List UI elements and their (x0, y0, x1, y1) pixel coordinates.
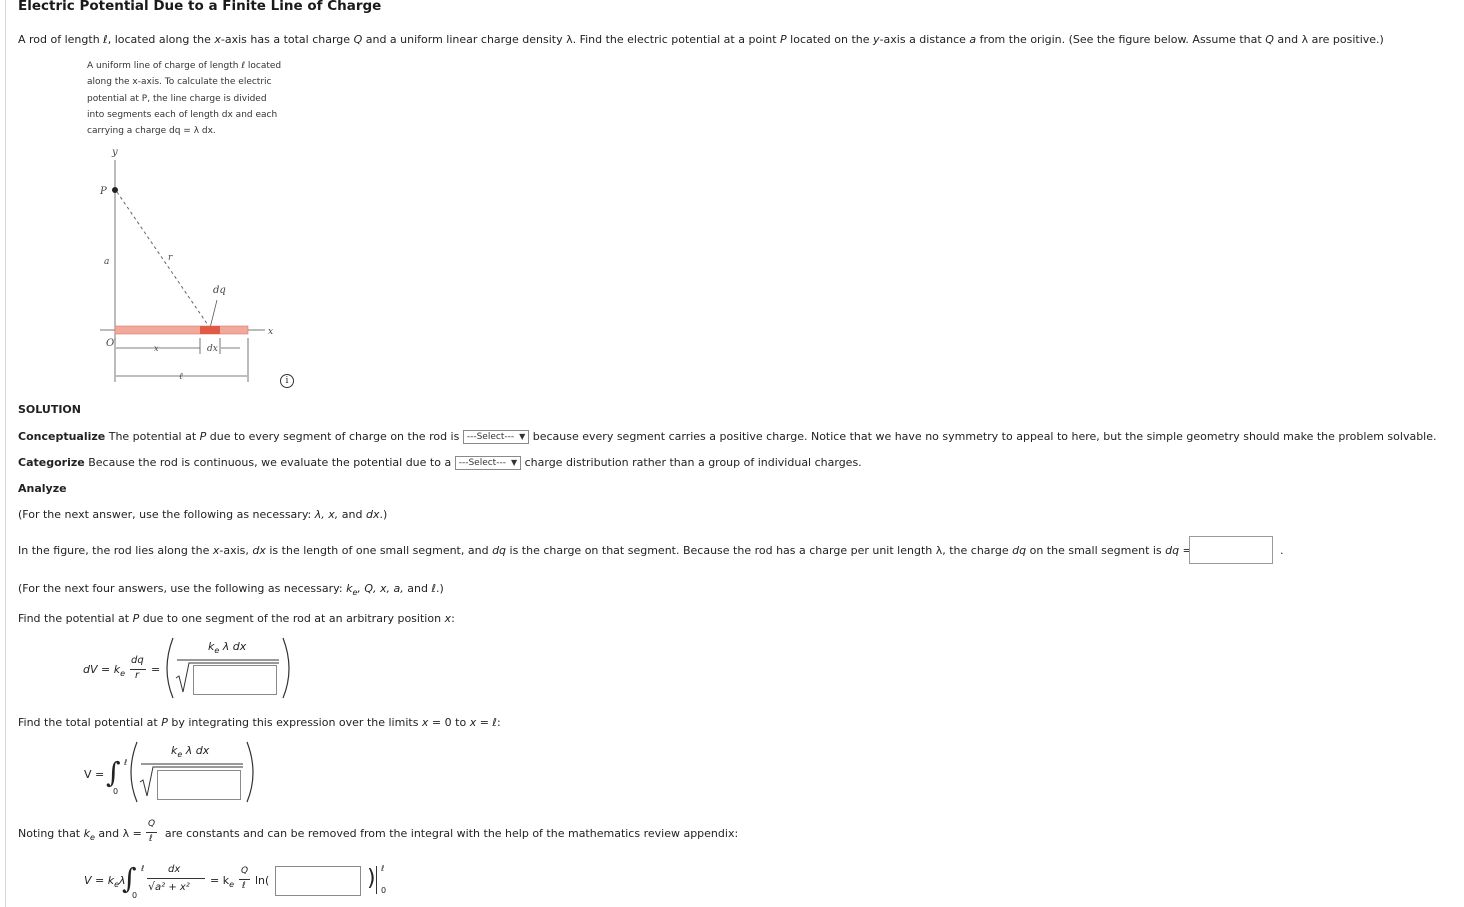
a-label: a (104, 257, 109, 267)
categorize-paragraph: Categorize Because the rod is continuous… (18, 456, 862, 470)
dropdown-arrow-icon: ▼ (519, 432, 526, 441)
caption-line: A uniform line of charge of length ℓ loc… (87, 61, 282, 71)
dropdown-arrow-icon: ▼ (510, 458, 518, 467)
ell-dim-label: ℓ (179, 372, 183, 382)
origin-label: O (106, 338, 114, 349)
x-axis-label: x (268, 327, 273, 337)
r-line (116, 191, 211, 329)
paragraph-dq: In the figure, the rod lies along the x-… (18, 544, 1192, 557)
conceptualize-select[interactable]: ---Select--- ▼ (462, 430, 530, 444)
figure-caption: A uniform line of charge of length ℓ loc… (87, 58, 302, 139)
find-segment-potential: Find the potential at P due to one segme… (18, 612, 455, 625)
left-border (5, 0, 6, 907)
dx-dim-label: dx (207, 344, 218, 354)
fraction-denominator: ℓ (149, 834, 153, 844)
caption-line: potential at P, the line charge is divid… (87, 93, 267, 104)
x-dim-label: x (154, 344, 159, 353)
note-variables-2: (For the next four answers, use the foll… (18, 582, 444, 598)
problem-statement: A rod of length ℓ, located along the x-a… (18, 33, 1384, 46)
fraction-numerator: Q (148, 819, 156, 829)
solution-heading: SOLUTION (18, 403, 81, 416)
categorize-select[interactable]: ---Select--- ▼ (454, 456, 522, 470)
noting-paragraph: Noting that ke and λ = are constants and… (18, 827, 739, 843)
conceptualize-paragraph: Conceptualize The potential at P due to … (18, 430, 1437, 444)
dq-segment (200, 326, 220, 334)
page-title: Electric Potential Due to a Finite Line … (18, 0, 382, 14)
find-total-potential: Find the total potential at P by integra… (18, 716, 501, 729)
analyze-heading: Analyze (18, 482, 67, 495)
integral-sign-icon: ∫ (106, 756, 121, 789)
info-icon[interactable]: i (280, 374, 294, 388)
dq-answer-input[interactable] (1189, 536, 1273, 564)
r-label: r (168, 253, 173, 263)
charged-rod (114, 325, 249, 335)
caption-line: into segments each of length dx and each (87, 109, 278, 120)
caption-line: carrying a charge dq = λ dx. (87, 126, 216, 137)
p-label: P (99, 186, 107, 197)
rod-figure: y P a r dq x O x dx ℓ (99, 147, 273, 382)
segment-denominator-input[interactable] (193, 665, 277, 695)
caption-line: along the x-axis. To calculate the elect… (87, 77, 272, 88)
period: . (1280, 544, 1284, 557)
y-axis-label: y (111, 147, 118, 158)
note-variables-1: (For the next answer, use the following … (18, 508, 388, 521)
dq-label: dq (213, 285, 226, 296)
ln-argument-input[interactable] (275, 866, 361, 896)
integral-denominator-input[interactable] (157, 770, 241, 800)
